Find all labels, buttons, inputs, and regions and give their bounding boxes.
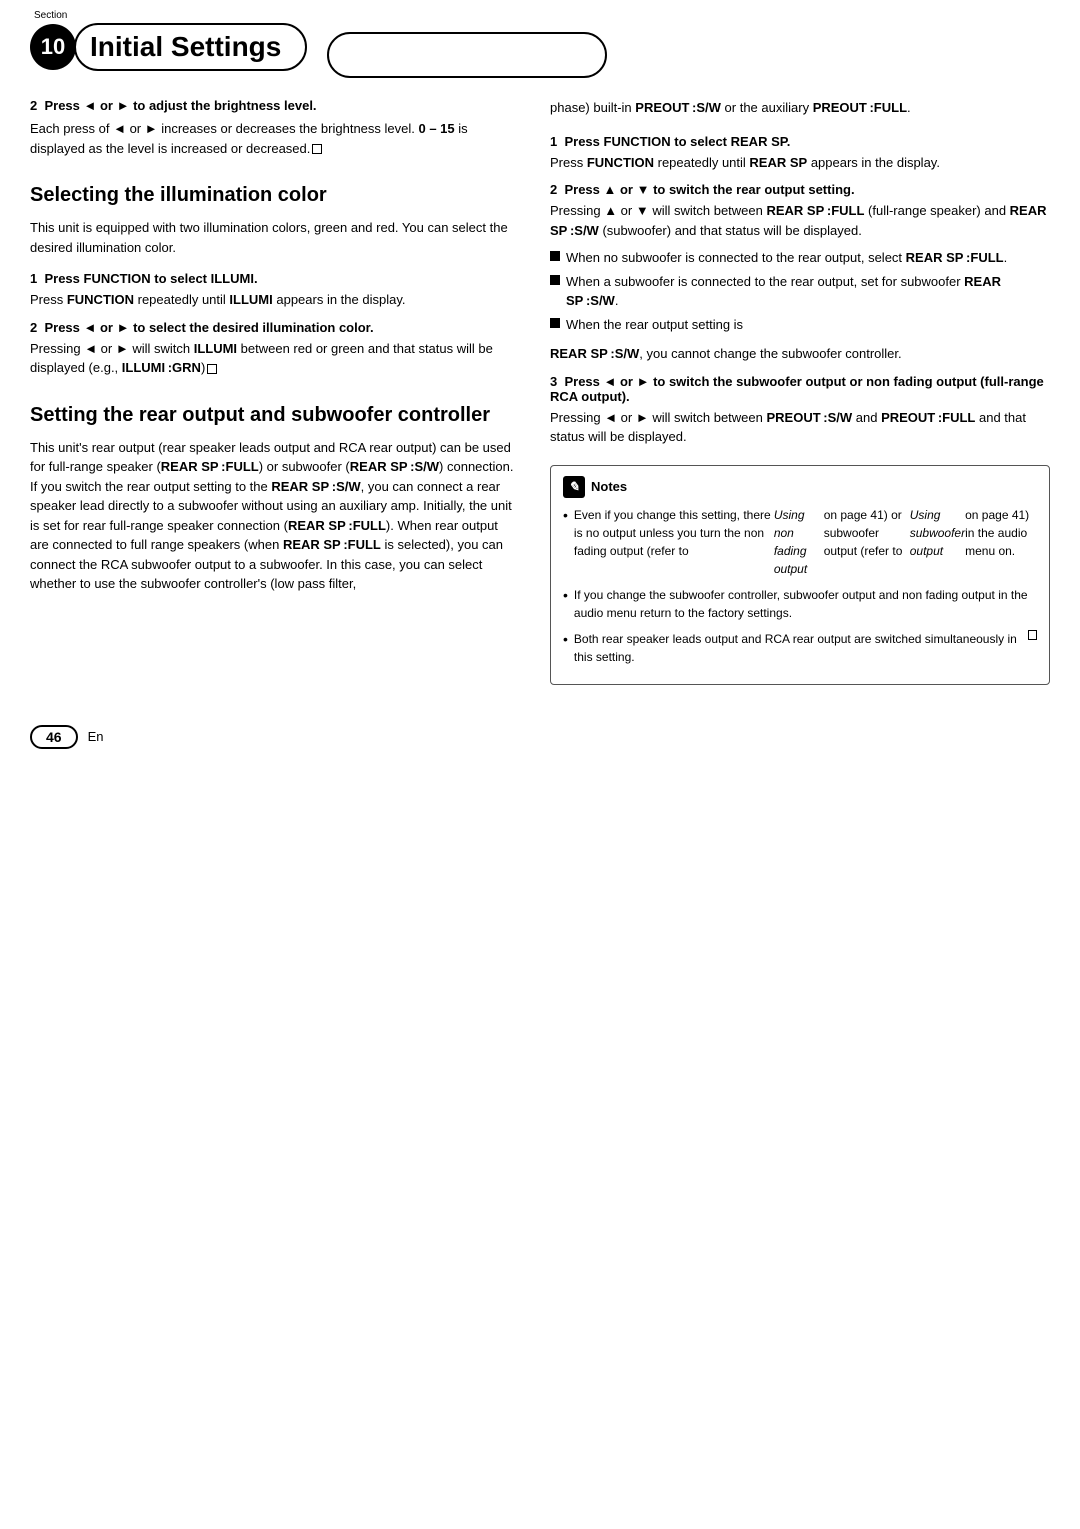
section-number: 10 bbox=[30, 24, 76, 70]
right-intro: phase) built-in PREOUT :S/W or the auxil… bbox=[550, 98, 1050, 118]
notes-item-3: Both rear speaker leads output and RCA r… bbox=[563, 630, 1037, 666]
illumi-step1-body: Press FUNCTION repeatedly until ILLUMI a… bbox=[30, 290, 520, 310]
section-title-box: 10 Initial Settings bbox=[30, 23, 307, 71]
rear-output-heading: Setting the rear output and subwoofer co… bbox=[30, 402, 520, 428]
brightness-body-text: Each press of ◄ or ► increases or decrea… bbox=[30, 121, 468, 156]
col-right: phase) built-in PREOUT :S/W or the auxil… bbox=[550, 98, 1050, 685]
notes-item-1: Even if you change this setting, there i… bbox=[563, 506, 1037, 578]
display-icon-1 bbox=[312, 144, 322, 154]
notes-icon: ✎ bbox=[563, 476, 585, 498]
illumi-heading: Selecting the illumination color bbox=[30, 182, 520, 208]
notes-item-2: If you change the subwoofer controller, … bbox=[563, 586, 1037, 622]
illumi-step2: 2 Press ◄ or ► to select the desired ill… bbox=[30, 320, 520, 378]
notes-box: ✎ Notes Even if you change this setting,… bbox=[550, 465, 1050, 685]
bullet-square-3 bbox=[550, 318, 560, 328]
col-left: 2 Press ◄ or ► to adjust the brightness … bbox=[30, 98, 520, 685]
illumi-step2-body: Pressing ◄ or ► will switch ILLUMI betwe… bbox=[30, 339, 520, 378]
section-title-pill: Initial Settings bbox=[74, 23, 307, 71]
rear-step2-heading: 2 Press ▲ or ▼ to switch the rear output… bbox=[550, 182, 1050, 197]
illumi-intro: This unit is equipped with two illuminat… bbox=[30, 218, 520, 257]
notes-list: Even if you change this setting, there i… bbox=[563, 506, 1037, 666]
illumi-step1: 1 Press FUNCTION to select ILLUMI. Press… bbox=[30, 271, 520, 310]
rear-step1: 1 Press FUNCTION to select REAR SP. Pres… bbox=[550, 134, 1050, 173]
notes-title: Notes bbox=[591, 479, 627, 494]
rear-step3: 3 Press ◄ or ► to switch the subwoofer o… bbox=[550, 374, 1050, 447]
rear-step3-body: Pressing ◄ or ► will switch between PREO… bbox=[550, 408, 1050, 447]
page: Section 10 Initial Settings 2 Press ◄ or… bbox=[0, 0, 1080, 1529]
footer-language: En bbox=[88, 729, 104, 744]
bullet-item-3: When the rear output setting is bbox=[550, 315, 1050, 335]
header: Section 10 Initial Settings bbox=[0, 0, 1080, 78]
illumi-step2-heading: 2 Press ◄ or ► to select the desired ill… bbox=[30, 320, 520, 335]
section-title-text: Initial Settings bbox=[90, 31, 281, 63]
section-badge: Section 10 Initial Settings bbox=[30, 10, 307, 78]
brightness-body: Each press of ◄ or ► increases or decrea… bbox=[30, 119, 520, 158]
bullet-square-2 bbox=[550, 275, 560, 285]
brightness-step-num: 2 bbox=[30, 98, 37, 113]
section-label: Section bbox=[34, 10, 67, 21]
rear-step2-body: Pressing ▲ or ▼ will switch between REAR… bbox=[550, 201, 1050, 240]
rear-step3-heading: 3 Press ◄ or ► to switch the subwoofer o… bbox=[550, 374, 1050, 404]
rear-step2-extra: REAR SP :S/W, you cannot change the subw… bbox=[550, 344, 1050, 364]
illumi-step1-heading: 1 Press FUNCTION to select ILLUMI. bbox=[30, 271, 520, 286]
bullet-item-1: When no subwoofer is connected to the re… bbox=[550, 248, 1050, 268]
footer: 46 En bbox=[0, 715, 1080, 759]
footer-page-number: 46 bbox=[30, 725, 78, 749]
content-area: 2 Press ◄ or ► to adjust the brightness … bbox=[0, 98, 1080, 685]
header-right-pill bbox=[327, 32, 607, 78]
display-icon-3 bbox=[1028, 630, 1037, 640]
brightness-step-title: Press ◄ or ► to adjust the brightness le… bbox=[44, 98, 316, 113]
rear-step1-body: Press FUNCTION repeatedly until REAR SP … bbox=[550, 153, 1050, 173]
bullet-item-2: When a subwoofer is connected to the rea… bbox=[550, 272, 1050, 311]
brightness-heading: 2 Press ◄ or ► to adjust the brightness … bbox=[30, 98, 520, 113]
notes-header: ✎ Notes bbox=[563, 476, 1037, 498]
bullet-square-1 bbox=[550, 251, 560, 261]
display-icon-2 bbox=[207, 364, 217, 374]
rear-output-intro: This unit's rear output (rear speaker le… bbox=[30, 438, 520, 594]
brightness-section: 2 Press ◄ or ► to adjust the brightness … bbox=[30, 98, 520, 158]
rear-step2-bullets: When no subwoofer is connected to the re… bbox=[550, 248, 1050, 334]
rear-step1-heading: 1 Press FUNCTION to select REAR SP. bbox=[550, 134, 1050, 149]
rear-step2: 2 Press ▲ or ▼ to switch the rear output… bbox=[550, 182, 1050, 364]
brightness-range: 0 – 15 bbox=[418, 121, 454, 136]
